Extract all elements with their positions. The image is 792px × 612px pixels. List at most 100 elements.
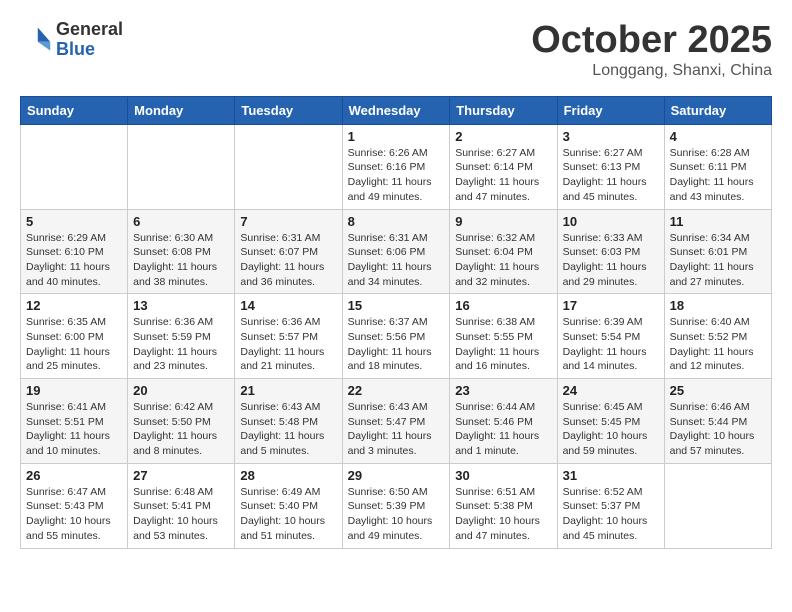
calendar-cell: 13 Sunrise: 6:36 AM Sunset: 5:59 PM Dayli… [128,294,235,379]
calendar-cell: 9 Sunrise: 6:32 AM Sunset: 6:04 PM Daylig… [450,209,557,294]
logo: General Blue [20,20,123,60]
title-block: October 2025 Longgang, Shanxi, China [531,20,772,80]
calendar-cell: 15 Sunrise: 6:37 AM Sunset: 5:56 PM Dayli… [342,294,450,379]
calendar-cell [235,124,342,209]
day-info: Sunrise: 6:28 AM Sunset: 6:11 PM Dayligh… [670,146,766,205]
day-info: Sunrise: 6:46 AM Sunset: 5:44 PM Dayligh… [670,400,766,459]
calendar-cell: 19 Sunrise: 6:41 AM Sunset: 5:51 PM Dayli… [21,379,128,464]
day-number: 23 [455,383,551,398]
logo-text: General Blue [56,20,123,60]
day-info: Sunrise: 6:48 AM Sunset: 5:41 PM Dayligh… [133,485,229,544]
day-number: 21 [240,383,336,398]
calendar-week-row: 26Sunrise: 6:47 AM Sunset: 5:43 PM Dayli… [21,463,772,548]
day-number: 11 [670,214,766,229]
day-number: 15 [348,298,445,313]
day-info: Sunrise: 6:43 AM Sunset: 5:47 PM Dayligh… [348,400,445,459]
calendar-cell [128,124,235,209]
day-info: Sunrise: 6:34 AM Sunset: 6:01 PM Dayligh… [670,231,766,290]
logo-blue: Blue [56,40,123,60]
calendar-cell: 3Sunrise: 6:27 AM Sunset: 6:13 PM Daylig… [557,124,664,209]
weekday-header: Friday [557,96,664,124]
day-number: 29 [348,468,445,483]
logo-icon [20,24,52,56]
day-info: Sunrise: 6:32 AM Sunset: 6:04 PM Dayligh… [455,231,551,290]
calendar-table: SundayMondayTuesdayWednesdayThursdayFrid… [20,96,772,549]
day-info: Sunrise: 6:35 AM Sunset: 6:00 PM Dayligh… [26,315,122,374]
day-number: 6 [133,214,229,229]
day-number: 13 [133,298,229,313]
calendar-cell: 8 Sunrise: 6:31 AM Sunset: 6:06 PM Daylig… [342,209,450,294]
day-info: Sunrise: 6:52 AM Sunset: 5:37 PM Dayligh… [563,485,659,544]
day-number: 2 [455,129,551,144]
day-info: Sunrise: 6:45 AM Sunset: 5:45 PM Dayligh… [563,400,659,459]
weekday-header: Thursday [450,96,557,124]
logo-general: General [56,20,123,40]
calendar-cell: 4 Sunrise: 6:28 AM Sunset: 6:11 PM Daylig… [664,124,771,209]
day-number: 17 [563,298,659,313]
day-number: 25 [670,383,766,398]
day-info: Sunrise: 6:50 AM Sunset: 5:39 PM Dayligh… [348,485,445,544]
day-number: 8 [348,214,445,229]
calendar-week-row: 19 Sunrise: 6:41 AM Sunset: 5:51 PM Dayli… [21,379,772,464]
calendar-cell: 28 Sunrise: 6:49 AM Sunset: 5:40 PM Dayli… [235,463,342,548]
day-info: Sunrise: 6:30 AM Sunset: 6:08 PM Dayligh… [133,231,229,290]
day-number: 16 [455,298,551,313]
calendar-cell: 1Sunrise: 6:26 AM Sunset: 6:16 PM Daylig… [342,124,450,209]
day-number: 26 [26,468,122,483]
day-number: 28 [240,468,336,483]
calendar-week-row: 5Sunrise: 6:29 AM Sunset: 6:10 PM Daylig… [21,209,772,294]
day-info: Sunrise: 6:31 AM Sunset: 6:07 PM Dayligh… [240,231,336,290]
calendar-cell: 17 Sunrise: 6:39 AM Sunset: 5:54 PM Dayli… [557,294,664,379]
day-number: 19 [26,383,122,398]
day-number: 14 [240,298,336,313]
day-number: 7 [240,214,336,229]
day-info: Sunrise: 6:31 AM Sunset: 6:06 PM Dayligh… [348,231,445,290]
calendar-cell: 22Sunrise: 6:43 AM Sunset: 5:47 PM Dayli… [342,379,450,464]
calendar-cell: 14 Sunrise: 6:36 AM Sunset: 5:57 PM Dayli… [235,294,342,379]
calendar-cell: 25 Sunrise: 6:46 AM Sunset: 5:44 PM Dayli… [664,379,771,464]
day-info: Sunrise: 6:36 AM Sunset: 5:57 PM Dayligh… [240,315,336,374]
day-number: 3 [563,129,659,144]
day-number: 12 [26,298,122,313]
day-number: 24 [563,383,659,398]
day-info: Sunrise: 6:33 AM Sunset: 6:03 PM Dayligh… [563,231,659,290]
day-info: Sunrise: 6:36 AM Sunset: 5:59 PM Dayligh… [133,315,229,374]
day-number: 4 [670,129,766,144]
day-info: Sunrise: 6:38 AM Sunset: 5:55 PM Dayligh… [455,315,551,374]
day-info: Sunrise: 6:42 AM Sunset: 5:50 PM Dayligh… [133,400,229,459]
calendar-cell: 11 Sunrise: 6:34 AM Sunset: 6:01 PM Dayli… [664,209,771,294]
day-number: 18 [670,298,766,313]
day-number: 9 [455,214,551,229]
calendar-cell: 12 Sunrise: 6:35 AM Sunset: 6:00 PM Dayli… [21,294,128,379]
calendar-cell: 5Sunrise: 6:29 AM Sunset: 6:10 PM Daylig… [21,209,128,294]
day-info: Sunrise: 6:37 AM Sunset: 5:56 PM Dayligh… [348,315,445,374]
calendar-cell: 20Sunrise: 6:42 AM Sunset: 5:50 PM Dayli… [128,379,235,464]
calendar-cell [21,124,128,209]
calendar-cell: 31Sunrise: 6:52 AM Sunset: 5:37 PM Dayli… [557,463,664,548]
weekday-header: Sunday [21,96,128,124]
day-info: Sunrise: 6:44 AM Sunset: 5:46 PM Dayligh… [455,400,551,459]
day-number: 10 [563,214,659,229]
calendar-cell: 18Sunrise: 6:40 AM Sunset: 5:52 PM Dayli… [664,294,771,379]
calendar-cell [664,463,771,548]
day-info: Sunrise: 6:26 AM Sunset: 6:16 PM Dayligh… [348,146,445,205]
calendar-cell: 29 Sunrise: 6:50 AM Sunset: 5:39 PM Dayli… [342,463,450,548]
day-info: Sunrise: 6:41 AM Sunset: 5:51 PM Dayligh… [26,400,122,459]
weekday-header: Wednesday [342,96,450,124]
weekday-header: Tuesday [235,96,342,124]
day-info: Sunrise: 6:27 AM Sunset: 6:14 PM Dayligh… [455,146,551,205]
weekday-header: Saturday [664,96,771,124]
day-number: 27 [133,468,229,483]
calendar-cell: 27 Sunrise: 6:48 AM Sunset: 5:41 PM Dayli… [128,463,235,548]
day-info: Sunrise: 6:29 AM Sunset: 6:10 PM Dayligh… [26,231,122,290]
calendar-week-row: 12 Sunrise: 6:35 AM Sunset: 6:00 PM Dayli… [21,294,772,379]
calendar-cell: 30Sunrise: 6:51 AM Sunset: 5:38 PM Dayli… [450,463,557,548]
calendar-cell: 2 Sunrise: 6:27 AM Sunset: 6:14 PM Daylig… [450,124,557,209]
day-info: Sunrise: 6:39 AM Sunset: 5:54 PM Dayligh… [563,315,659,374]
calendar-week-row: 1Sunrise: 6:26 AM Sunset: 6:16 PM Daylig… [21,124,772,209]
day-info: Sunrise: 6:49 AM Sunset: 5:40 PM Dayligh… [240,485,336,544]
weekday-header: Monday [128,96,235,124]
calendar-cell: 16 Sunrise: 6:38 AM Sunset: 5:55 PM Dayli… [450,294,557,379]
calendar-header-row: SundayMondayTuesdayWednesdayThursdayFrid… [21,96,772,124]
calendar-cell: 21Sunrise: 6:43 AM Sunset: 5:48 PM Dayli… [235,379,342,464]
